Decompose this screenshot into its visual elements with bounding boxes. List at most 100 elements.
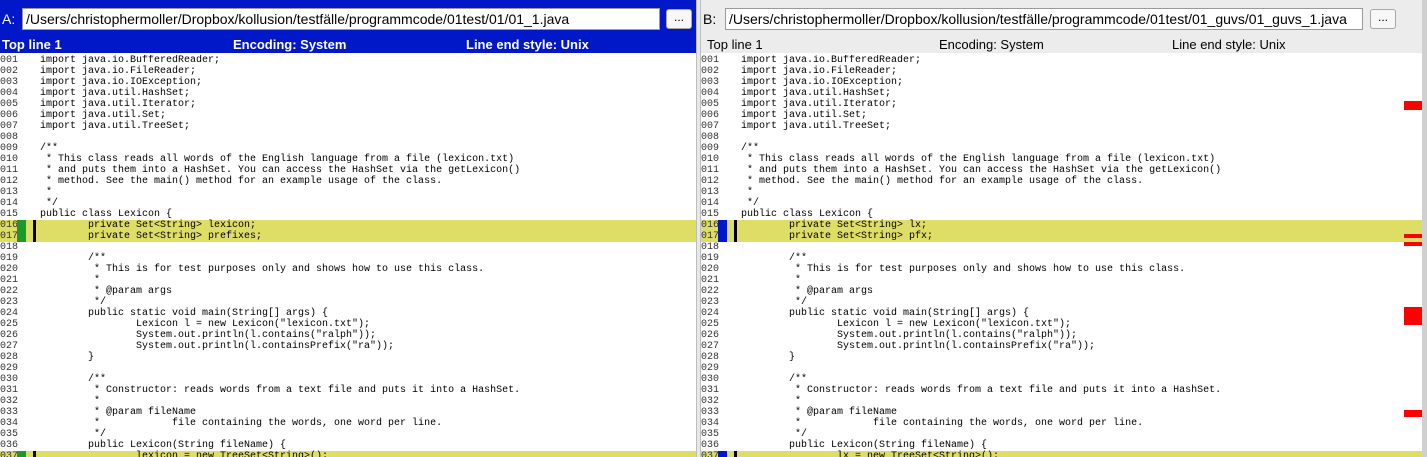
diff-marker [718, 220, 727, 231]
pane-b-code-view[interactable]: 001 import java.io.BufferedReader; 002 impo… [701, 55, 1422, 457]
code-text: import java.util.TreeSet; [741, 121, 892, 132]
code-text: * Constructor: reads words from a text f… [741, 385, 1222, 396]
diff-marker [718, 143, 727, 154]
code-line: 035 */ [0, 429, 696, 440]
code-text: * @param fileName [741, 407, 898, 418]
code-text: public static void main(String[] args) { [741, 308, 1030, 319]
diff-bar [734, 418, 737, 429]
diff-bar [33, 341, 36, 352]
code-line: 021 * [701, 275, 1422, 286]
diff-bar [734, 407, 737, 418]
code-line: 016 private Set<String> lx; [701, 220, 1422, 231]
diff-bar [734, 264, 737, 275]
code-line: 015 public class Lexicon { [0, 209, 696, 220]
diff-overview-mark[interactable] [1404, 410, 1422, 417]
code-line: 030 /** [0, 374, 696, 385]
pane-a: A: /Users/christophermoller/Dropbox/koll… [0, 0, 696, 457]
code-line: 032 * [701, 396, 1422, 407]
code-text: * file containing the words, one word pe… [40, 418, 443, 429]
pane-a-path-field[interactable]: /Users/christophermoller/Dropbox/kollusi… [22, 8, 660, 30]
diff-bar [734, 374, 737, 385]
code-line: 034 * file containing the words, one wor… [701, 418, 1422, 429]
pane-b: B: /Users/christophermoller/Dropbox/koll… [701, 0, 1422, 457]
pane-b-line-end-style: Line end style: Unix [1172, 37, 1286, 52]
code-text: } [40, 352, 95, 363]
diff-bar [734, 165, 737, 176]
code-line: 019 /** [0, 253, 696, 264]
diff-marker [17, 275, 26, 286]
diff-marker [17, 308, 26, 319]
diff-bar [734, 110, 737, 121]
pane-a-code-view[interactable]: 001 import java.io.BufferedReader; 002 impo… [0, 55, 696, 457]
diff-bar [33, 385, 36, 396]
pane-b-top-line: Top line 1 [707, 37, 763, 52]
diff-bar [33, 77, 36, 88]
diff-overview-mark[interactable] [1404, 234, 1422, 238]
diff-bar [33, 88, 36, 99]
code-text: Lexicon l = new Lexicon("lexicon.txt"); [40, 319, 371, 330]
code-line: 002 import java.io.FileReader; [701, 66, 1422, 77]
code-text: * [40, 187, 53, 198]
diff-marker [718, 209, 727, 220]
diff-marker [718, 385, 727, 396]
pane-a-label: A: [2, 11, 16, 27]
code-text: */ [741, 297, 808, 308]
pane-b-path-field[interactable]: /Users/christophermoller/Dropbox/kollusi… [725, 8, 1363, 30]
code-text: private Set<String> lx; [741, 220, 928, 231]
diff-marker [17, 143, 26, 154]
code-text: System.out.println(l.contains("ralph")); [741, 330, 1078, 341]
diff-bar [734, 396, 737, 407]
code-line: 007 import java.util.TreeSet; [701, 121, 1422, 132]
code-text: import java.util.Iterator; [741, 99, 898, 110]
code-line: 018 [0, 242, 696, 253]
code-line: 033 * @param fileName [0, 407, 696, 418]
diff-marker [718, 88, 727, 99]
code-line: 035 */ [701, 429, 1422, 440]
code-line: 007 import java.util.TreeSet; [0, 121, 696, 132]
diff-marker [17, 176, 26, 187]
code-line: 030 /** [701, 374, 1422, 385]
diff-marker [718, 77, 727, 88]
diff-marker [17, 132, 26, 143]
code-text: } [741, 352, 796, 363]
code-line: 037 lexicon = new TreeSet<String>(); [0, 451, 696, 457]
code-line: 031 * Constructor: reads words from a te… [0, 385, 696, 396]
pane-b-browse-button[interactable]: ... [1370, 9, 1396, 29]
diff-overview-scrollbar[interactable] [1422, 0, 1427, 457]
diff-marker [17, 319, 26, 330]
code-line: 020 * This is for test purposes only and… [0, 264, 696, 275]
code-text: /** [741, 253, 808, 264]
diff-marker [17, 418, 26, 429]
diff-bar [734, 198, 737, 209]
diff-marker [17, 165, 26, 176]
diff-overview-mark[interactable] [1404, 242, 1422, 246]
code-text: * This is for test purposes only and sho… [741, 264, 1186, 275]
diff-marker [718, 396, 727, 407]
diff-marker [17, 429, 26, 440]
diff-overview-mark[interactable] [1404, 101, 1422, 110]
code-line: 021 * [0, 275, 696, 286]
code-text: /** [741, 374, 808, 385]
diff-bar [33, 55, 36, 66]
diff-marker [718, 451, 727, 457]
code-text: */ [741, 429, 808, 440]
code-line: 024 public static void main(String[] arg… [701, 308, 1422, 319]
diff-marker [17, 253, 26, 264]
diff-marker [718, 154, 727, 165]
diff-marker [718, 165, 727, 176]
pane-a-browse-button[interactable]: ... [666, 9, 692, 29]
diff-overview-mark[interactable] [1404, 307, 1422, 325]
diff-marker [17, 154, 26, 165]
diff-bar [33, 132, 36, 143]
code-text: /** [741, 143, 760, 154]
code-line: 031 * Constructor: reads words from a te… [701, 385, 1422, 396]
diff-bar [734, 121, 737, 132]
diff-bar [734, 220, 737, 231]
code-line: 004 import java.util.HashSet; [701, 88, 1422, 99]
diff-marker [17, 440, 26, 451]
code-text: * @param args [741, 286, 874, 297]
code-text: * and puts them into a HashSet. You can … [40, 165, 521, 176]
diff-marker [718, 297, 727, 308]
code-line: 022 * @param args [701, 286, 1422, 297]
code-text: import java.util.HashSet; [741, 88, 892, 99]
